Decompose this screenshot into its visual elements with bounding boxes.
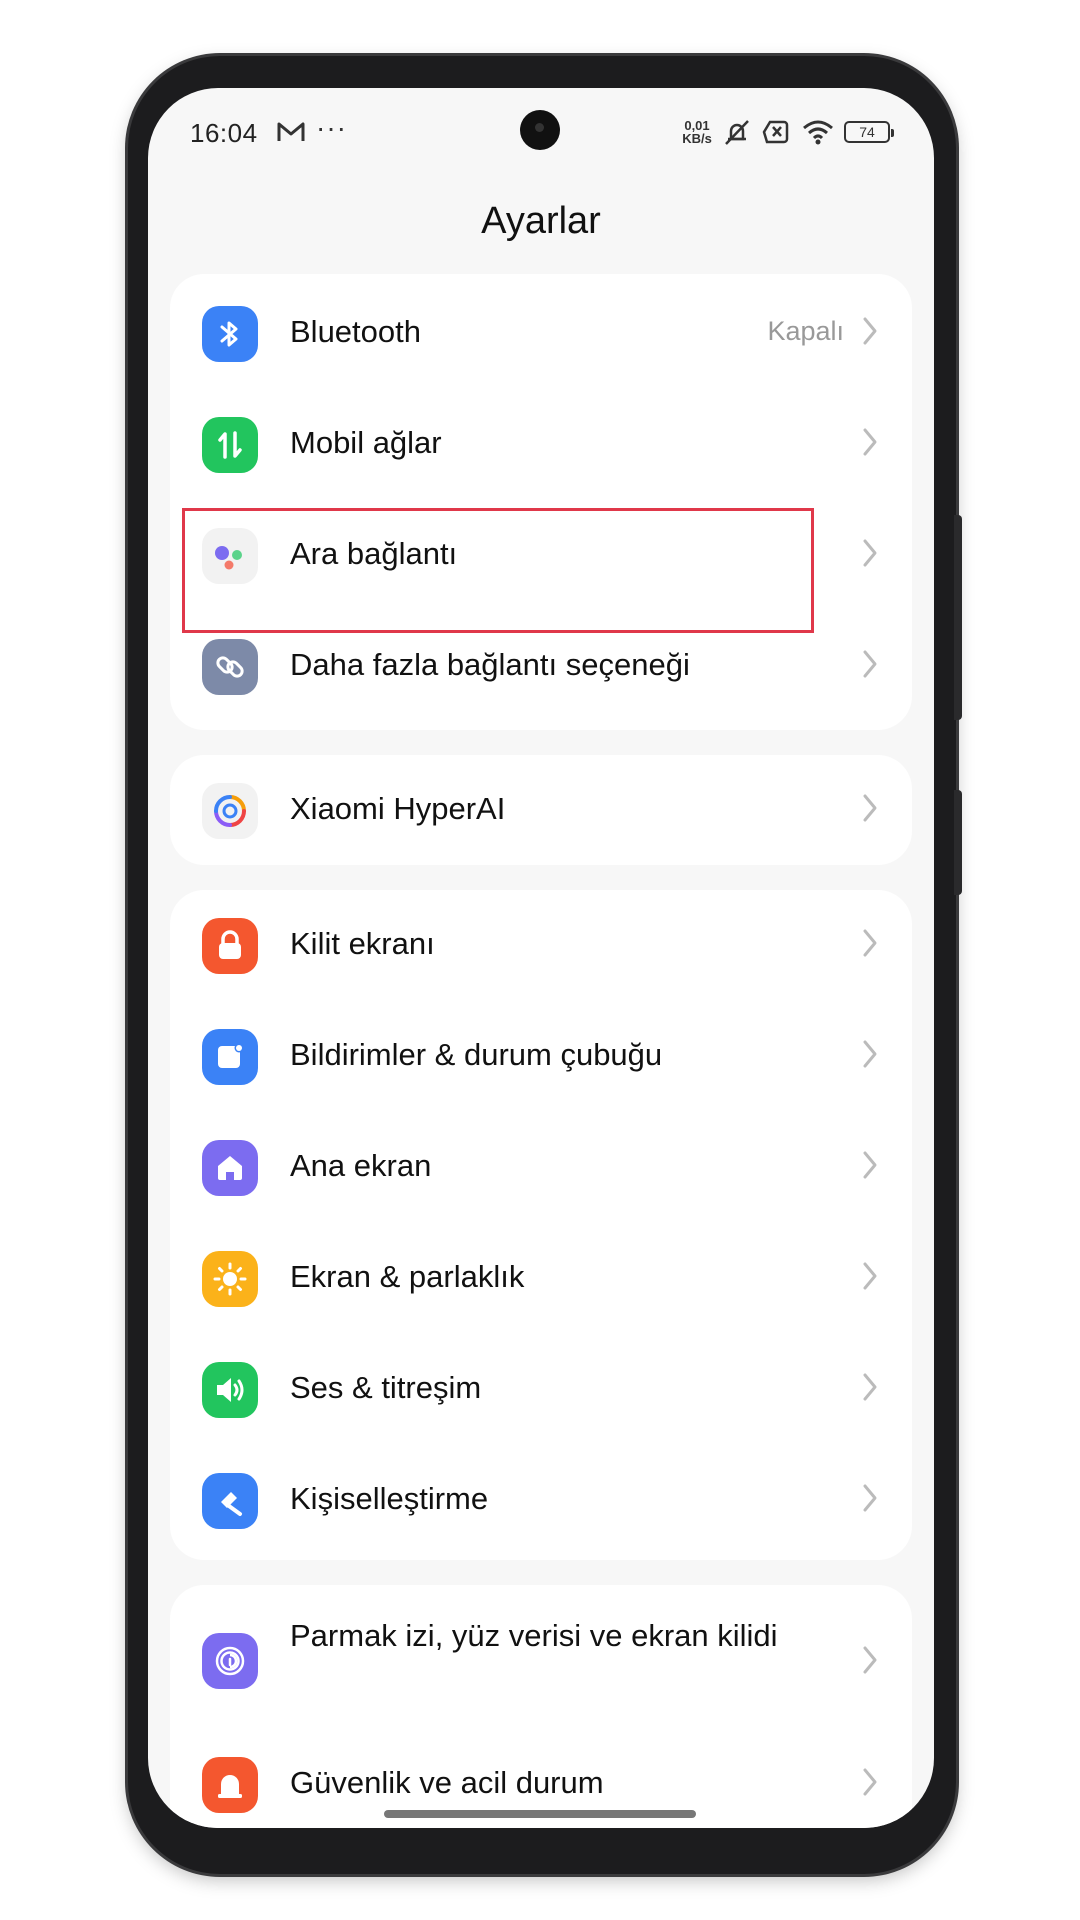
highlight-box bbox=[182, 508, 814, 633]
gmail-icon bbox=[277, 122, 305, 141]
item-label: Kişiselleştirme bbox=[290, 1481, 489, 1516]
settings-item-personalization[interactable]: Kişiselleştirme bbox=[170, 1445, 912, 1557]
item-label: Bildirimler & durum çubuğu bbox=[290, 1037, 663, 1072]
network-speed: 0,01 KB/s bbox=[682, 118, 712, 146]
sound-icon bbox=[202, 1362, 258, 1418]
chevron-right-icon bbox=[863, 539, 877, 567]
bluetooth-status: Kapalı bbox=[767, 316, 844, 346]
chevron-right-icon bbox=[863, 1646, 877, 1674]
item-label: Ana ekran bbox=[290, 1148, 432, 1183]
item-label: Güvenlik ve acil durum bbox=[290, 1765, 604, 1800]
status-icons: 0,01 KB/s 74 bbox=[682, 116, 894, 148]
item-label: Parmak izi, yüz verisi ve ekran kilidi bbox=[290, 1618, 778, 1653]
chevron-right-icon bbox=[863, 1262, 877, 1290]
chevron-right-icon bbox=[863, 317, 877, 345]
item-label: Ses & titreşim bbox=[290, 1370, 482, 1405]
chevron-right-icon bbox=[863, 794, 877, 822]
volume-button bbox=[954, 790, 962, 895]
chevron-right-icon bbox=[863, 1151, 877, 1179]
settings-item-notifications[interactable]: Bildirimler & durum çubuğu bbox=[170, 1001, 912, 1113]
settings-item-bluetooth[interactable]: Bluetooth Kapalı bbox=[170, 278, 912, 390]
power-button bbox=[954, 515, 962, 720]
page-title: Ayarlar bbox=[481, 200, 601, 242]
security-group: Parmak izi, yüz verisi ve ekran kilidi G… bbox=[170, 1585, 912, 1828]
item-label: Kilit ekranı bbox=[290, 926, 435, 961]
chevron-right-icon bbox=[863, 650, 877, 678]
chevron-right-icon bbox=[863, 929, 877, 957]
settings-item-home-screen[interactable]: Ana ekran bbox=[170, 1112, 912, 1224]
brightness-icon bbox=[202, 1251, 258, 1307]
settings-screen: 16:04 ··· 0,01 KB/s 74 Ayarlar Bluetooth… bbox=[148, 88, 934, 1828]
settings-item-lock-screen[interactable]: Kilit ekranı bbox=[170, 890, 912, 1002]
home-indicator[interactable] bbox=[384, 1810, 696, 1818]
home-icon bbox=[202, 1140, 258, 1196]
chevron-right-icon bbox=[863, 1040, 877, 1068]
fingerprint-icon bbox=[202, 1633, 258, 1689]
more-notifications-icon: ··· bbox=[316, 112, 347, 143]
item-label: Ekran & parlaklık bbox=[290, 1259, 525, 1294]
status-bar: 16:04 ··· 0,01 KB/s 74 bbox=[148, 88, 934, 178]
settings-item-sound-vibration[interactable]: Ses & titreşim bbox=[170, 1334, 912, 1446]
notification-icon bbox=[202, 1029, 258, 1085]
chevron-right-icon bbox=[863, 1768, 877, 1796]
battery-indicator: 74 bbox=[844, 121, 894, 143]
settings-item-display-brightness[interactable]: Ekran & parlaklık bbox=[170, 1223, 912, 1335]
link-icon bbox=[202, 639, 258, 695]
personalization-group: Kilit ekranı Bildirimler & durum çubuğu … bbox=[170, 890, 912, 1560]
chevron-right-icon bbox=[863, 1484, 877, 1512]
no-sim-icon bbox=[762, 120, 789, 144]
status-time: 16:04 bbox=[190, 118, 258, 148]
item-label: Xiaomi HyperAI bbox=[290, 791, 506, 826]
hyperai-group: Xiaomi HyperAI bbox=[170, 755, 912, 865]
mute-icon bbox=[725, 120, 749, 145]
settings-item-fingerprint[interactable]: Parmak izi, yüz verisi ve ekran kilidi bbox=[170, 1599, 912, 1723]
bluetooth-icon bbox=[202, 306, 258, 362]
chevron-right-icon bbox=[863, 428, 877, 456]
settings-item-hyperai[interactable]: Xiaomi HyperAI bbox=[170, 755, 912, 867]
item-label: Daha fazla bağlantı seçeneği bbox=[290, 647, 690, 682]
mobile-data-icon bbox=[202, 417, 258, 473]
chevron-right-icon bbox=[863, 1373, 877, 1401]
item-label: Bluetooth bbox=[290, 314, 421, 349]
personalization-icon bbox=[202, 1473, 258, 1529]
lock-icon bbox=[202, 918, 258, 974]
wifi-icon bbox=[803, 120, 833, 145]
front-camera bbox=[520, 110, 560, 150]
emergency-icon bbox=[202, 1757, 258, 1813]
settings-item-mobile-networks[interactable]: Mobil ağlar bbox=[170, 389, 912, 501]
item-label: Mobil ağlar bbox=[290, 425, 442, 460]
connectivity-group: Bluetooth Kapalı Mobil ağlar Ara bağlant… bbox=[170, 274, 912, 730]
hyperai-icon bbox=[202, 783, 258, 839]
